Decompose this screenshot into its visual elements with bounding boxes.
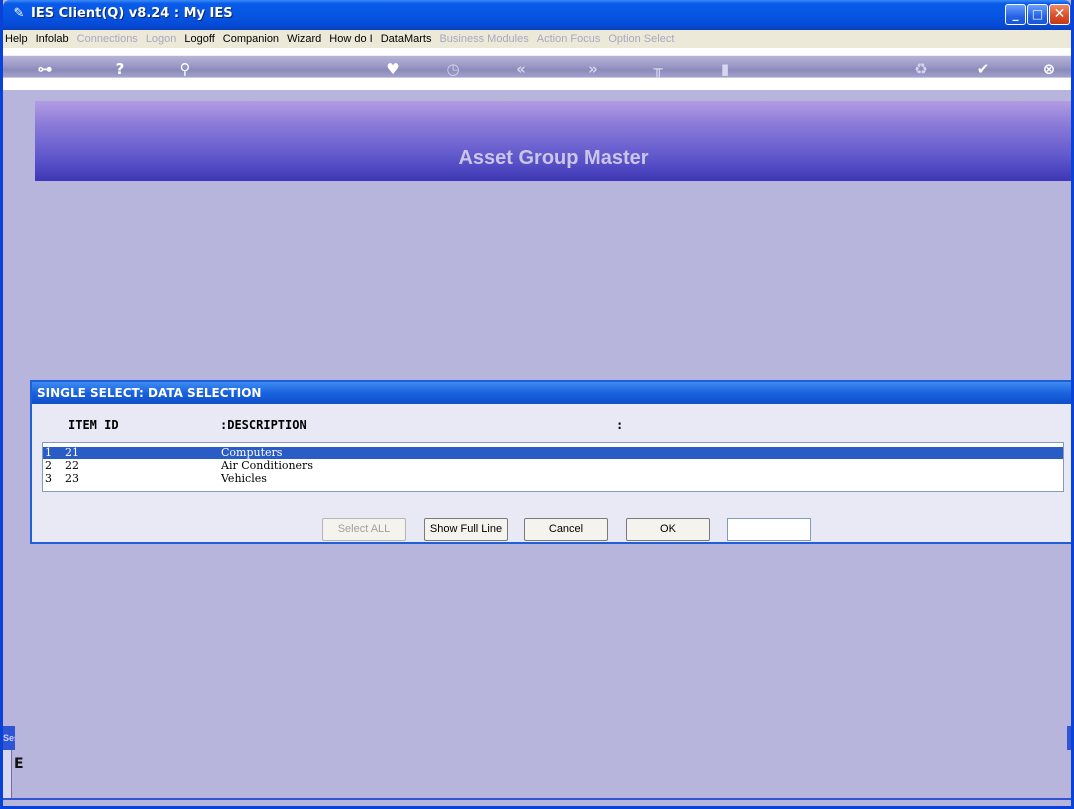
column-header-extra: : [616,418,624,432]
row-description: Air Conditioners [221,459,313,472]
dialog-title: SINGLE SELECT: DATA SELECTION [37,386,262,400]
list-item[interactable]: 3 23 Vehicles [43,473,1063,485]
window-title: IES Client(Q) v8.24 : My IES [31,6,233,21]
toolbar: ⊶ ? ⚲ ♥ ◷ « » ╥ ▮ ♻ ✔ ⊗ [3,48,1071,90]
menu-logoff[interactable]: Logoff [184,33,214,45]
close-icon[interactable]: ⊗ [1039,61,1059,77]
row-item-id: 21 [65,446,79,459]
dialog-title-bar[interactable]: SINGLE SELECT: DATA SELECTION [32,382,1071,404]
side-glyph: E [14,756,24,772]
search-icon[interactable]: ⚲ [175,61,195,77]
row-item-id: 23 [65,472,79,485]
rewind-icon[interactable]: « [511,61,531,77]
title-bar[interactable]: ✎ IES Client(Q) v8.24 : My IES _ □ ✕ [3,0,1071,30]
right-edge-tab[interactable] [1067,726,1071,750]
menu-infolab[interactable]: Infolab [36,33,69,45]
selection-input[interactable] [727,518,811,541]
column-header-item-id: ITEM ID [68,418,119,432]
side-panel [3,750,12,800]
menu-companion[interactable]: Companion [223,33,279,45]
row-number: 2 [45,459,52,472]
check-icon[interactable]: ✔ [973,61,993,77]
maximize-button[interactable]: □ [1027,4,1048,25]
help-icon[interactable]: ? [110,61,130,77]
minimize-button[interactable]: _ [1005,4,1026,25]
menu-business-modules: Business Modules [439,33,529,45]
close-window-button[interactable]: ✕ [1049,4,1070,25]
list-item[interactable]: 1 21 Computers [43,447,1063,459]
row-description: Vehicles [221,472,267,485]
menu-logon: Logon [145,33,177,45]
ok-button[interactable]: OK [626,518,710,541]
menu-connections: Connections [76,33,138,45]
list-item[interactable]: 2 22 Air Conditioners [43,460,1063,472]
recycle-icon[interactable]: ♻ [911,61,931,77]
tools-icon[interactable]: ╥ [648,61,668,77]
cancel-button[interactable]: Cancel [524,518,608,541]
row-item-id: 22 [65,459,79,472]
row-number: 1 [45,446,52,459]
column-header-description: :DESCRIPTION [220,418,307,432]
menu-datamarts[interactable]: DataMarts [381,33,432,45]
app-window: ✎ IES Client(Q) v8.24 : My IES _ □ ✕ Hel… [0,0,1074,809]
app-icon: ✎ [13,6,25,21]
side-tab[interactable]: Ses [3,726,15,750]
menu-action-focus: Action Focus [536,33,601,45]
show-full-line-button[interactable]: Show Full Line [424,518,508,541]
clock-icon[interactable]: ◷ [443,61,463,77]
menu-wizard[interactable]: Wizard [287,33,321,45]
bottom-border [3,798,1071,800]
selection-list[interactable]: 1 21 Computers 2 22 Air Conditioners 3 2… [42,442,1064,492]
select-all-button: Select ALL [322,518,406,541]
heart-icon[interactable]: ♥ [383,61,403,77]
row-description: Computers [221,446,283,459]
header-banner: Asset Group Master [35,101,1071,181]
page-title: Asset Group Master [458,147,649,169]
row-number: 3 [45,472,52,485]
menu-bar: Help Infolab Connections Logon Logoff Compani… [3,30,1071,48]
pages-icon[interactable]: ▮ [715,61,735,77]
fast-forward-icon[interactable]: » [583,61,603,77]
key-icon[interactable]: ⊶ [35,61,55,77]
menu-how-do-i[interactable]: How do I [329,33,372,45]
data-selection-dialog: SINGLE SELECT: DATA SELECTION ITEM ID :D… [30,380,1071,544]
menu-option-select: Option Select [608,33,675,45]
menu-help[interactable]: Help [5,33,28,45]
